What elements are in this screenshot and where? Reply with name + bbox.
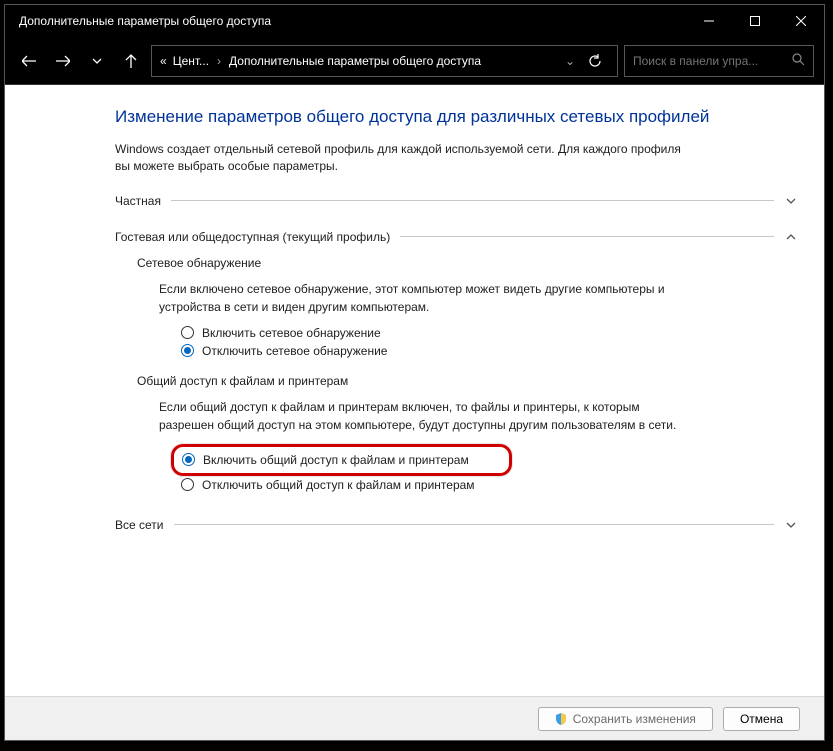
cancel-button-label: Отмена	[740, 712, 783, 726]
section-guest-label: Гостевая или общедоступная (текущий проф…	[115, 230, 390, 244]
section-allnets-header[interactable]: Все сети	[115, 518, 798, 532]
radio-fileshare-off[interactable]: Отключить общий доступ к файлам и принте…	[181, 478, 798, 492]
window-title: Дополнительные параметры общего доступа	[19, 14, 686, 28]
divider	[171, 200, 774, 201]
chevron-right-icon: ›	[215, 54, 223, 68]
fileshare-desc: Если общий доступ к файлам и принтерам в…	[137, 398, 697, 434]
content-area: Изменение параметров общего доступа для …	[5, 85, 824, 696]
cancel-button[interactable]: Отмена	[723, 707, 800, 731]
address-dropdown-icon[interactable]: ⌄	[565, 54, 575, 68]
divider	[400, 236, 774, 237]
shield-icon	[555, 713, 567, 725]
section-guest-body: Сетевое обнаружение Если включено сетево…	[115, 246, 798, 516]
radio-fileshare-on[interactable]: Включить общий доступ к файлам и принтер…	[182, 453, 469, 467]
forward-button[interactable]	[49, 47, 77, 75]
search-input[interactable]	[633, 54, 786, 68]
section-private-header[interactable]: Частная	[115, 194, 798, 208]
fileshare-options: Включить общий доступ к файлам и принтер…	[137, 444, 798, 492]
save-button[interactable]: Сохранить изменения	[538, 707, 713, 731]
radio-icon	[181, 326, 194, 339]
netdisc-desc: Если включено сетевое обнаружение, этот …	[137, 280, 697, 316]
section-guest-header[interactable]: Гостевая или общедоступная (текущий проф…	[115, 230, 798, 244]
address-bar[interactable]: « Цент... › Дополнительные параметры общ…	[151, 45, 618, 77]
address-seg-2[interactable]: Дополнительные параметры общего доступа	[229, 54, 481, 68]
netdisc-options: Включить сетевое обнаружение Отключить с…	[137, 326, 798, 358]
radio-fileshare-off-label: Отключить общий доступ к файлам и принте…	[202, 478, 475, 492]
history-dropdown-button[interactable]	[83, 47, 111, 75]
highlight-callout: Включить общий доступ к файлам и принтер…	[171, 444, 512, 476]
window-controls	[686, 5, 824, 37]
page-heading: Изменение параметров общего доступа для …	[115, 107, 798, 127]
netdisc-header: Сетевое обнаружение	[137, 256, 798, 270]
radio-icon	[182, 453, 195, 466]
search-box[interactable]	[624, 45, 814, 77]
window-frame: Дополнительные параметры общего доступа	[4, 4, 825, 741]
netdisc-title: Сетевое обнаружение	[137, 256, 261, 270]
radio-netdisc-on[interactable]: Включить сетевое обнаружение	[181, 326, 798, 340]
bottom-bar: Сохранить изменения Отмена	[5, 696, 824, 740]
titlebar: Дополнительные параметры общего доступа	[5, 5, 824, 37]
search-icon	[792, 53, 805, 69]
close-button[interactable]	[778, 5, 824, 37]
radio-icon	[181, 478, 194, 491]
divider	[174, 524, 775, 525]
up-button[interactable]	[117, 47, 145, 75]
fileshare-header: Общий доступ к файлам и принтерам	[137, 374, 798, 388]
address-seg-1[interactable]: Цент...	[173, 54, 209, 68]
chevron-down-icon	[784, 194, 798, 208]
page-description: Windows создает отдельный сетевой профил…	[115, 141, 695, 176]
fileshare-title: Общий доступ к файлам и принтерам	[137, 374, 348, 388]
toolbar: « Цент... › Дополнительные параметры общ…	[5, 37, 824, 85]
refresh-button[interactable]	[581, 47, 609, 75]
radio-netdisc-off-label: Отключить сетевое обнаружение	[202, 344, 387, 358]
radio-fileshare-on-label: Включить общий доступ к файлам и принтер…	[203, 453, 469, 467]
address-prev-chevron: «	[160, 54, 167, 68]
section-allnets-label: Все сети	[115, 518, 164, 532]
minimize-button[interactable]	[686, 5, 732, 37]
radio-netdisc-on-label: Включить сетевое обнаружение	[202, 326, 381, 340]
chevron-up-icon	[784, 230, 798, 244]
section-private-label: Частная	[115, 194, 161, 208]
radio-netdisc-off[interactable]: Отключить сетевое обнаружение	[181, 344, 798, 358]
back-button[interactable]	[15, 47, 43, 75]
chevron-down-icon	[784, 518, 798, 532]
radio-icon	[181, 344, 194, 357]
save-button-label: Сохранить изменения	[573, 712, 696, 726]
maximize-button[interactable]	[732, 5, 778, 37]
